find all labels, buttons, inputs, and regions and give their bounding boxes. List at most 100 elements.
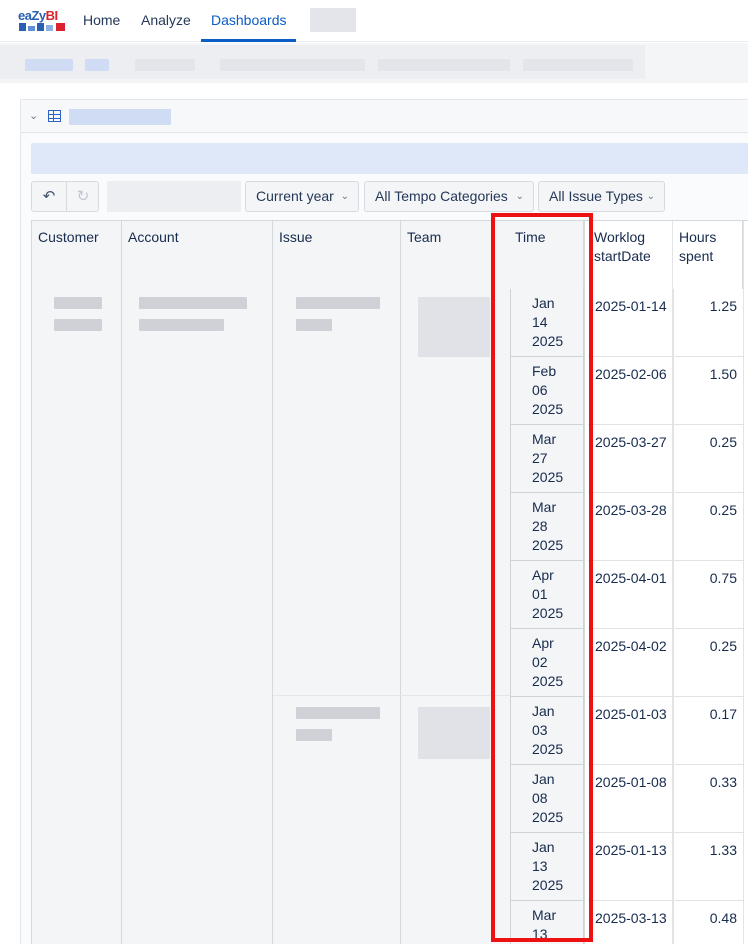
issue-type-filter-label: All Issue Types	[549, 188, 643, 204]
time-year: 2025	[532, 809, 564, 825]
nav-analyze[interactable]: Analyze	[141, 12, 191, 28]
column-header-worklog-startdate[interactable]: Worklog startDate	[588, 221, 673, 289]
time-day: 28	[532, 518, 548, 534]
redacted-tab[interactable]	[220, 59, 365, 71]
worklog-startdate-cell: 2025-03-13	[588, 901, 672, 944]
time-year: 2025	[532, 469, 564, 485]
redacted-account[interactable]	[139, 297, 247, 309]
time-filter-dropdown[interactable]: Current year ⌄	[245, 181, 359, 212]
redacted-description	[31, 143, 748, 174]
redacted-tab[interactable]	[378, 59, 510, 71]
redacted-team[interactable]	[418, 297, 490, 357]
redo-icon[interactable]: ↻	[71, 187, 95, 207]
redacted-team[interactable]	[418, 707, 490, 759]
redacted-page-filter[interactable]	[107, 181, 241, 212]
dashboard-tabs-bar	[0, 43, 748, 83]
issue-type-filter-dropdown[interactable]: All Issue Types ⌄	[538, 181, 665, 212]
time-member-cell[interactable]: Mar 27 2025	[510, 425, 584, 493]
undo-icon[interactable]: ↶	[37, 187, 61, 207]
eazybi-logo[interactable]: eaZyBI	[18, 8, 66, 32]
redacted-tab[interactable]	[25, 59, 73, 71]
time-year: 2025	[532, 333, 564, 349]
time-month: Jan	[532, 295, 555, 311]
logo-prefix: eaZy	[18, 8, 46, 23]
redacted-report-title[interactable]	[69, 109, 171, 125]
redacted-issue[interactable]	[296, 707, 380, 719]
time-year: 2025	[532, 401, 564, 417]
time-member-cell[interactable]: Mar 28 2025	[510, 493, 584, 561]
time-month: Mar	[532, 499, 557, 515]
time-month: Apr	[532, 635, 554, 651]
hours-spent-cell: 0.25	[673, 629, 743, 697]
tempo-category-filter-dropdown[interactable]: All Tempo Categories ⌄	[364, 181, 534, 212]
table-icon	[48, 110, 61, 122]
redacted-tab[interactable]	[523, 59, 633, 71]
time-month: Jan	[532, 703, 555, 719]
undo-redo-group: ↶ ↻	[31, 181, 99, 212]
time-day: 13	[532, 858, 548, 874]
time-year: 2025	[532, 605, 564, 621]
column-header-account[interactable]: Account	[122, 221, 273, 289]
worklog-startdate-cell: 2025-03-27	[588, 425, 672, 493]
hours-spent-cell: 0.33	[673, 765, 743, 833]
hours-spent-cell: 1.50	[673, 357, 743, 425]
time-member-cell[interactable]: Jan 14 2025	[510, 289, 584, 357]
time-day: 06	[532, 382, 548, 398]
hours-spent-cell: 1.33	[673, 833, 743, 901]
nav-dashboards[interactable]: Dashboards	[211, 12, 287, 28]
time-year: 2025	[532, 877, 564, 893]
time-day: 27	[532, 450, 548, 466]
column-header-issue[interactable]: Issue	[273, 221, 401, 289]
time-day: 14	[532, 314, 548, 330]
collapse-chevron-icon[interactable]: ⌄	[29, 109, 38, 122]
time-day: 13	[532, 926, 548, 942]
time-month: Mar	[532, 907, 557, 923]
time-year: 2025	[532, 741, 564, 757]
time-month: Apr	[532, 567, 554, 583]
tempo-category-filter-label: All Tempo Categories	[375, 188, 508, 204]
hours-spent-cell: 0.17	[673, 697, 743, 765]
time-day: 08	[532, 790, 548, 806]
hours-spent-cell: 0.75	[673, 561, 743, 629]
account-column	[122, 289, 273, 944]
time-month: Jan	[532, 839, 555, 855]
redacted-customer[interactable]	[54, 297, 102, 309]
redacted-customer[interactable]	[54, 319, 102, 331]
column-header-time[interactable]: Time	[502, 221, 584, 289]
time-month: Mar	[532, 431, 557, 447]
report-table: Customer Account Issue Team Time Worklog…	[31, 220, 748, 944]
time-day: 02	[532, 654, 548, 670]
time-year: 2025	[532, 673, 564, 689]
time-member-cell[interactable]: Apr 02 2025	[510, 629, 584, 697]
redacted-issue[interactable]	[296, 319, 332, 331]
time-member-cell[interactable]: Feb 06 2025	[510, 357, 584, 425]
column-header-customer[interactable]: Customer	[32, 221, 122, 289]
redacted-tab[interactable]	[85, 59, 109, 71]
report-panel-header: ⌄	[21, 100, 748, 133]
redacted-issue[interactable]	[296, 297, 380, 309]
time-member-cell[interactable]: Mar132025	[510, 901, 584, 944]
hours-spent-cell: 1.25	[673, 289, 743, 357]
chevron-down-icon: ⌄	[646, 191, 655, 202]
nav-home[interactable]: Home	[83, 12, 120, 28]
time-month: Jan	[532, 771, 555, 787]
worklog-startdate-cell: 2025-04-02	[588, 629, 672, 697]
time-member-cell[interactable]: Jan 03 2025	[510, 697, 584, 765]
hours-spent-cell: 0.25	[673, 493, 743, 561]
active-tab-indicator	[201, 39, 296, 42]
redacted-issue[interactable]	[296, 729, 332, 741]
team-column	[401, 289, 510, 944]
customer-column	[32, 289, 122, 944]
hours-spent-cell: 0.48	[673, 901, 743, 944]
redacted-account[interactable]	[139, 319, 224, 331]
time-member-cell[interactable]: Jan 13 2025	[510, 833, 584, 901]
time-member-cell[interactable]: Apr 01 2025	[510, 561, 584, 629]
worklog-startdate-cell: 2025-01-14	[588, 289, 672, 357]
worklog-startdate-cell: 2025-04-01	[588, 561, 672, 629]
time-year: 2025	[532, 537, 564, 553]
time-member-cell[interactable]: Jan 08 2025	[510, 765, 584, 833]
column-header-hours-spent[interactable]: Hours spent	[673, 221, 743, 289]
time-month: Feb	[532, 363, 557, 379]
redacted-tab[interactable]	[135, 59, 195, 71]
chevron-down-icon: ⌄	[340, 191, 349, 202]
